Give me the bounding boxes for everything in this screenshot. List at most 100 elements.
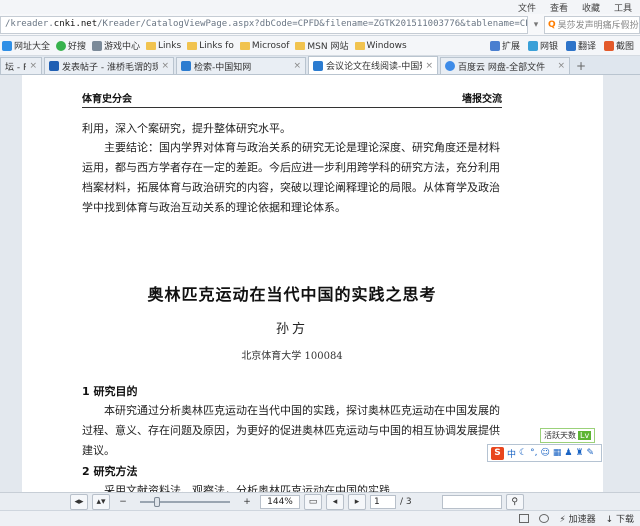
user-icon[interactable]: ♟ [564, 448, 572, 458]
paragraph: 主要结论：国内学界对体育与政治关系的研究无论是理论深度、研究角度还是材料运用，都… [82, 141, 500, 214]
reader-toolbar: ◂▸ ▴▾ − + 144% ▭ ◂ ▸ 1 / 3 ⚲ [0, 492, 640, 510]
ime-active-days-badge: 活跃天数 Lv [540, 428, 596, 443]
fav-item[interactable]: 好搜 [56, 39, 86, 52]
tab-bar: 坛 - P × 发表帖子 - 淮桥毛谓的现代教 × 检索-中国知网 × 会议论文… [0, 56, 640, 75]
ime-lang[interactable]: 中 [507, 447, 516, 460]
next-page-button[interactable]: ▸ [348, 493, 366, 510]
url-host: cnki.net [53, 18, 98, 29]
zoom-level[interactable]: 144% [260, 494, 300, 509]
address-bar: /kreader.cnki.net/Kreader/CatalogViewPag… [0, 14, 640, 36]
zoom-slider[interactable] [140, 496, 230, 507]
monitor-icon[interactable] [519, 514, 530, 523]
translate-button[interactable]: 翻译 [565, 39, 596, 52]
site-icon [181, 61, 191, 71]
url-field[interactable]: /kreader.cnki.net/Kreader/CatalogViewPag… [0, 15, 528, 34]
menu-view[interactable]: 查看 [550, 1, 568, 14]
ime-toolbar[interactable]: S 中 ☾ °, ☺ ▦ ♟ ♜ ✎ [487, 444, 602, 462]
close-icon[interactable]: × [425, 61, 433, 71]
page-view-icon[interactable]: ▭ [304, 493, 322, 510]
scissors-icon [603, 40, 614, 51]
folder-icon [295, 41, 306, 50]
close-icon[interactable]: × [161, 61, 169, 71]
menu-tools[interactable]: 工具 [614, 1, 632, 14]
find-search-icon[interactable]: ⚲ [505, 493, 524, 510]
article-affiliation: 北京体育大学 100084 [241, 351, 343, 362]
ime-level: Lv [578, 431, 592, 440]
zoom-slider-handle[interactable] [154, 496, 160, 507]
section-heading: 2 研究方法 [82, 465, 138, 478]
emoji-icon[interactable]: ☺ [540, 448, 549, 458]
search-icon [56, 40, 67, 51]
fit-height-button[interactable]: ▴▾ [92, 493, 110, 510]
fav-label: Links fo [199, 40, 234, 51]
punctuation-icon[interactable]: °, [530, 448, 537, 458]
prev-page-button[interactable]: ◂ [326, 493, 344, 510]
fav-item[interactable]: 网址大全 [2, 39, 50, 52]
zoom-in-icon[interactable]: + [238, 494, 256, 510]
fav-label: 好搜 [68, 42, 87, 52]
shield-icon[interactable] [539, 514, 550, 523]
search-input[interactable]: Q 昊莎发声明痛斥假扮 [544, 15, 640, 34]
tab-item-active[interactable]: 会议论文在线阅读-中国知网 × [308, 56, 438, 74]
extensions-button[interactable]: 扩展 [489, 39, 520, 52]
sogou-logo-icon: S [491, 446, 504, 460]
folder-icon [187, 41, 198, 50]
paragraph: 利用，深入个案研究，提升整体研究水平。 [82, 122, 291, 135]
url-rest: /Kreader/CatalogViewPage.aspx?dbCode=CPF… [97, 18, 528, 29]
menu-bar: 文件 查看 收藏 工具 [0, 0, 640, 14]
cloud-icon [445, 61, 455, 71]
new-tab-button[interactable]: + [572, 57, 590, 74]
left-margin [0, 75, 22, 492]
running-header: 体育史分会 墙报交流 [82, 90, 502, 108]
page-number-input[interactable]: 1 [370, 494, 396, 509]
screenshot-label: 截图 [615, 42, 634, 52]
close-icon[interactable]: × [557, 61, 565, 71]
fav-label: Links [158, 40, 182, 51]
tab-label: 百度云 网盘-全部文件 [458, 62, 546, 73]
status-bar: ⚡ 加速器 ↓ 下载 [0, 510, 640, 526]
right-margin [603, 75, 640, 492]
online-banking-button[interactable]: 网银 [527, 39, 558, 52]
fav-item[interactable]: Links [146, 41, 181, 51]
fav-label: Windows [366, 40, 407, 51]
tab-item[interactable]: 检索-中国知网 × [176, 57, 306, 74]
moon-icon[interactable]: ☾ [519, 448, 527, 458]
screenshot-button[interactable]: 截图 [603, 39, 634, 52]
gamepad-icon [92, 40, 103, 51]
zoom-out-icon[interactable]: − [114, 494, 132, 510]
fav-item[interactable]: MSN 网站 [295, 39, 349, 52]
folder-icon [239, 41, 250, 50]
close-icon[interactable]: × [293, 61, 301, 71]
find-input[interactable] [441, 494, 502, 509]
translate-label: 翻译 [577, 42, 596, 52]
dropdown-arrow-icon[interactable]: ▾ [528, 16, 544, 34]
menu-file[interactable]: 文件 [518, 1, 536, 14]
fav-label: MSN 网站 [307, 42, 349, 52]
download-button[interactable]: ↓ 下载 [606, 512, 634, 525]
fav-item[interactable]: Windows [354, 40, 407, 51]
tab-item[interactable]: 坛 - P × [0, 57, 42, 74]
site-icon [49, 61, 59, 71]
menu-favorites[interactable]: 收藏 [582, 1, 600, 14]
fav-item[interactable]: Links fo [187, 41, 234, 51]
section-heading: 1 研究目的 [82, 385, 138, 398]
page-total: / 3 [400, 496, 412, 507]
url-prefix: /kreader. [5, 18, 54, 29]
header-left: 体育史分会 [82, 94, 132, 105]
tab-item[interactable]: 百度云 网盘-全部文件 × [440, 57, 570, 74]
online-banking-label: 网银 [539, 42, 558, 52]
keyboard-icon[interactable]: ▦ [553, 448, 562, 458]
tab-label: 检索-中国知网 [194, 62, 252, 73]
close-icon[interactable]: × [29, 61, 37, 71]
folder-icon [146, 41, 157, 50]
fav-item[interactable]: Microsof [239, 41, 289, 51]
tab-item[interactable]: 发表帖子 - 淮桥毛谓的现代教 × [44, 57, 174, 74]
skin-icon[interactable]: ♜ [575, 448, 583, 458]
paragraph: 本研究通过分析奥林匹克运动在当代中国的实践，探讨奥林匹克运动在中国发展的过程、意… [82, 404, 500, 457]
fit-width-button[interactable]: ◂▸ [70, 493, 88, 510]
accelerator-button[interactable]: ⚡ 加速器 [559, 512, 595, 525]
paragraph: 采用文献资料法、观察法，分析奥林匹克运动在中国的实践 [104, 484, 390, 492]
wrench-icon[interactable]: ✎ [587, 448, 595, 458]
article-title: 奥林匹克运动在当代中国的实践之思考 [147, 285, 437, 304]
fav-item[interactable]: 游戏中心 [92, 39, 140, 52]
